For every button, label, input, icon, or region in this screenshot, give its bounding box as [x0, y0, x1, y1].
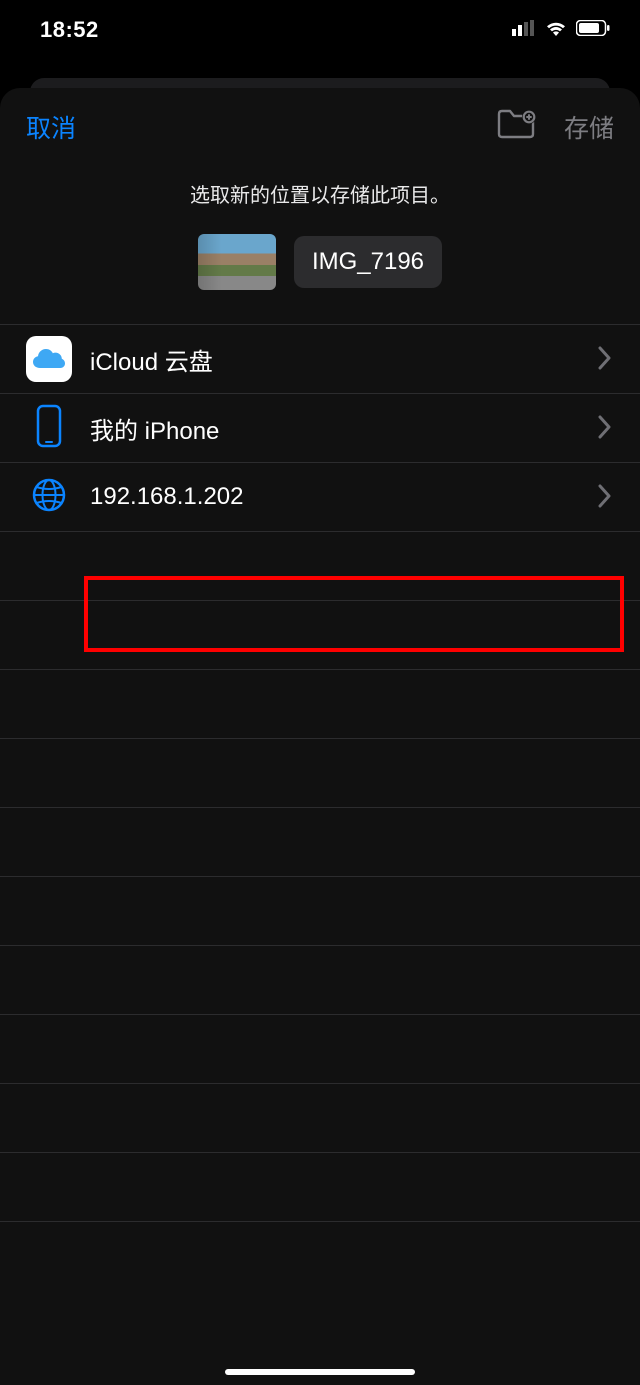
list-item: [0, 739, 640, 808]
list-item: [0, 946, 640, 1015]
file-thumbnail: [198, 234, 276, 290]
file-preview-row: IMG_7196: [0, 234, 640, 324]
list-item: [0, 601, 640, 670]
icloud-icon: [26, 336, 72, 382]
list-item: [0, 532, 640, 601]
battery-icon: [576, 20, 610, 41]
chevron-right-icon: [598, 415, 616, 441]
location-label: 我的 iPhone: [74, 411, 598, 446]
wifi-icon: [544, 19, 568, 42]
save-sheet: 取消 存储 选取新的位置以存储此项目。 IMG_7196: [0, 88, 640, 1385]
filename-chip[interactable]: IMG_7196: [294, 236, 442, 288]
location-item-iphone[interactable]: 我的 iPhone: [0, 394, 640, 463]
list-item: [0, 670, 640, 739]
list-item: [0, 1084, 640, 1153]
chevron-right-icon: [598, 346, 616, 372]
list-item: [0, 1153, 640, 1222]
new-folder-icon[interactable]: [496, 108, 536, 145]
cellular-icon: [512, 20, 536, 41]
save-button[interactable]: 存储: [564, 109, 614, 145]
sheet-toolbar: 取消 存储: [0, 88, 640, 155]
sheet-subtitle: 选取新的位置以存储此项目。: [0, 155, 640, 234]
location-item-server[interactable]: 192.168.1.202: [0, 463, 640, 532]
status-indicators: [512, 19, 610, 42]
globe-icon: [30, 476, 68, 519]
location-list: iCloud 云盘 我的 iPhone: [0, 324, 640, 1222]
location-label: iCloud 云盘: [74, 342, 598, 377]
chevron-right-icon: [598, 484, 616, 510]
list-item: [0, 808, 640, 877]
status-time: 18:52: [40, 17, 99, 43]
list-item: [0, 877, 640, 946]
cancel-button[interactable]: 取消: [26, 109, 76, 145]
status-bar: 18:52: [0, 0, 640, 54]
list-item: [0, 1015, 640, 1084]
home-indicator[interactable]: [225, 1369, 415, 1375]
location-item-icloud[interactable]: iCloud 云盘: [0, 325, 640, 394]
iphone-icon: [35, 404, 63, 453]
location-label: 192.168.1.202: [74, 483, 598, 511]
